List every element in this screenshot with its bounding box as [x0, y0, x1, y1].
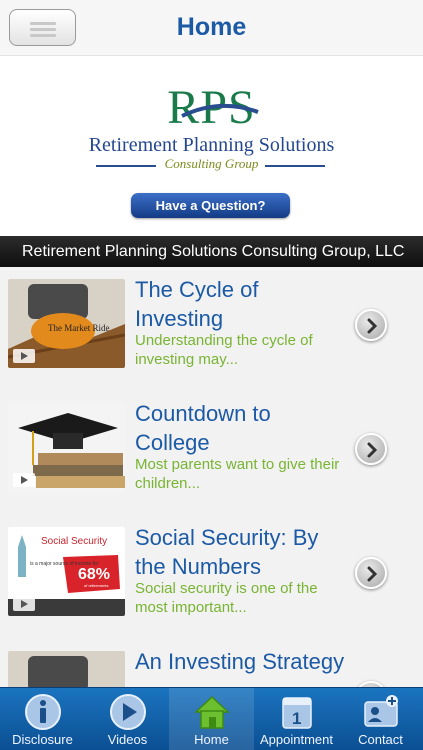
article-thumbnail — [8, 651, 125, 687]
tab-label: Home — [194, 732, 229, 747]
home-icon — [193, 695, 230, 729]
tab-label: Contact — [358, 732, 403, 747]
logo-subtitle: Consulting Group — [164, 156, 259, 171]
article-title: An Investing Strategy — [135, 649, 345, 674]
article-title: Social Security: By the Numbers — [135, 525, 319, 579]
company-banner: RPS Retirement Planning Solutions Consul… — [0, 56, 423, 236]
company-name-bar: Retirement Planning Solutions Consulting… — [0, 236, 423, 267]
article-description: Understanding the cycle of investing may… — [135, 332, 313, 368]
chevron-right-icon[interactable] — [355, 557, 387, 589]
tab-contact[interactable]: Contact — [338, 688, 423, 750]
tab-videos[interactable]: Videos — [85, 688, 170, 750]
tab-label: Videos — [107, 732, 148, 747]
tab-appointment[interactable]: 1 Appointment — [254, 688, 339, 750]
svg-text:Social Security: Social Security — [41, 536, 107, 547]
article-title: Countdown to College — [135, 401, 271, 455]
tab-label: Disclosure — [12, 732, 73, 747]
list-item[interactable]: Countdown to College Most parents want t… — [0, 391, 423, 515]
have-a-question-button[interactable]: Have a Question? — [131, 193, 290, 218]
chevron-right-icon[interactable] — [355, 309, 387, 341]
article-list: The Market Ride The Cycle of Investing U… — [0, 267, 423, 687]
article-description: Social security is one of the most impor… — [135, 580, 318, 616]
article-thumbnail: Social Security 68% is a major source of… — [8, 527, 125, 616]
tab-home[interactable]: Home — [169, 688, 254, 750]
svg-text:The Market Ride: The Market Ride — [48, 323, 109, 333]
article-description: Most parents want to give their children… — [135, 456, 340, 492]
chevron-right-icon[interactable] — [355, 433, 387, 465]
video-play-icon — [13, 473, 35, 487]
play-icon — [109, 694, 146, 730]
list-item[interactable]: Social Security 68% is a major source of… — [0, 515, 423, 639]
svg-text:is a major source of income fo: is a major source of income for — [30, 561, 99, 567]
list-item[interactable]: An Investing Strategy — [0, 639, 423, 687]
logo-swoosh-icon — [181, 103, 259, 118]
tab-disclosure[interactable]: Disclosure — [0, 688, 85, 750]
bottom-tab-bar: Disclosure Videos Home 1 Appointment Con… — [0, 687, 423, 750]
svg-text:68%: 68% — [78, 566, 110, 583]
info-icon — [24, 694, 61, 730]
article-title: The Cycle of Investing — [135, 277, 259, 331]
article-thumbnail — [8, 403, 125, 492]
list-item[interactable]: The Market Ride The Cycle of Investing U… — [0, 267, 423, 391]
contact-card-icon — [363, 695, 398, 727]
svg-text:of retirements: of retirements — [84, 583, 108, 588]
tab-label: Appointment — [260, 732, 333, 747]
nav-header: Home — [0, 0, 423, 56]
page-title: Home — [176, 13, 247, 41]
logo-company-name: Retirement Planning Solutions — [88, 134, 335, 156]
svg-text:1: 1 — [292, 709, 301, 728]
video-play-icon — [13, 597, 35, 611]
calendar-icon: 1 — [281, 697, 312, 729]
article-thumbnail: The Market Ride — [8, 279, 125, 368]
video-play-icon — [13, 349, 35, 363]
